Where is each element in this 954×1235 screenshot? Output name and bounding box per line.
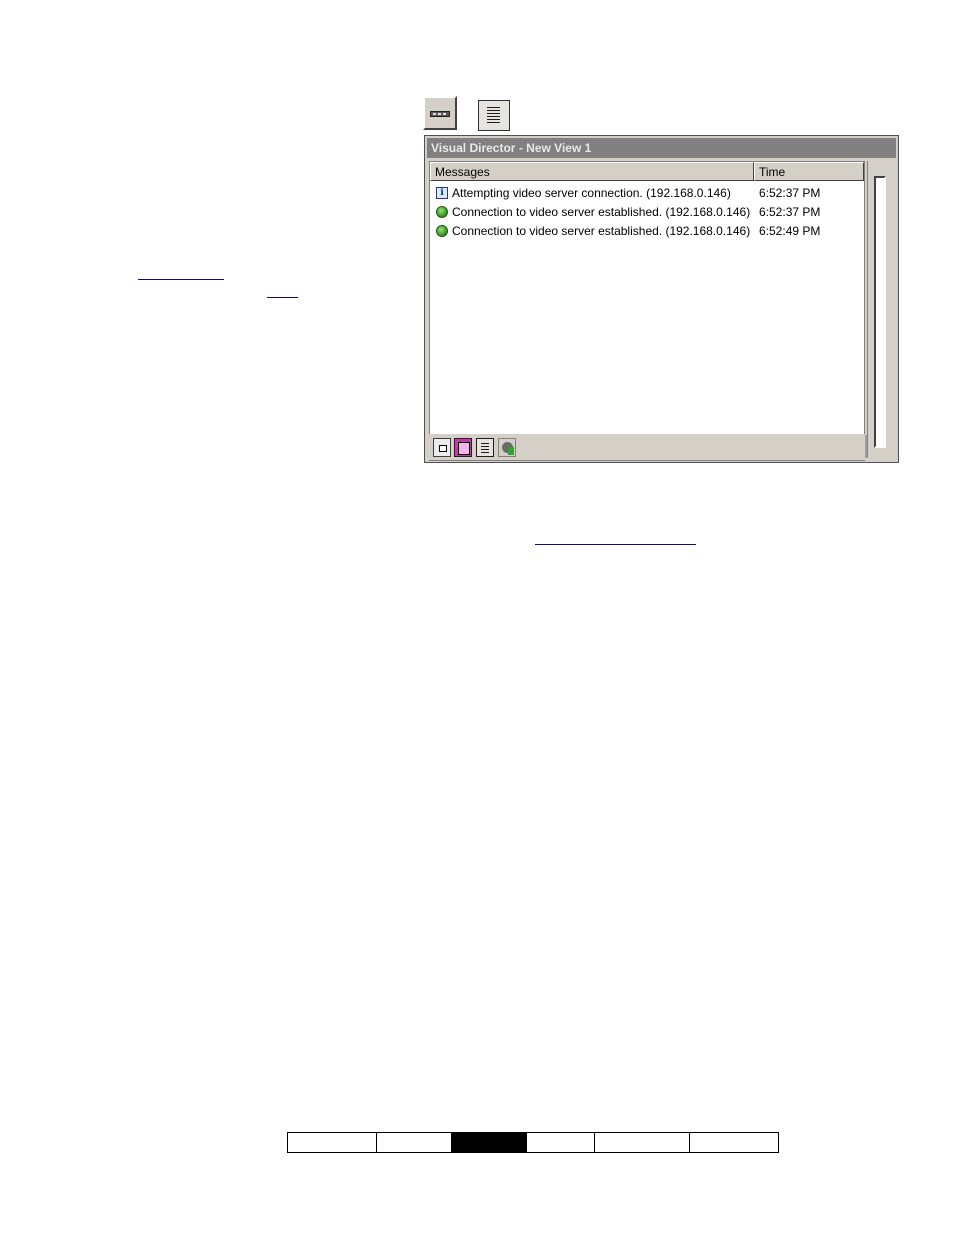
message-text: Connection to video server established. … — [452, 224, 751, 238]
message-time: 6:52:37 PM — [759, 186, 821, 200]
message-time: 6:52:37 PM — [759, 205, 821, 219]
footer-nav-cell[interactable] — [288, 1133, 377, 1152]
message-time: 6:52:49 PM — [759, 224, 821, 238]
document-icon — [487, 107, 500, 125]
footer-nav-cell-active[interactable] — [452, 1133, 527, 1152]
small-view-icon — [439, 445, 447, 452]
camera-grid-icon — [458, 442, 470, 455]
small-view-button[interactable] — [433, 438, 451, 457]
status-ok-icon — [436, 206, 448, 218]
scrollbar-thumb[interactable] — [874, 176, 886, 448]
document-link[interactable] — [138, 279, 224, 280]
messages-panel: Messages Time i Attempting video server … — [429, 161, 868, 461]
status-ok-icon — [436, 225, 448, 237]
footer-nav-cell[interactable] — [527, 1133, 595, 1152]
panels-layout-button[interactable] — [423, 96, 457, 130]
vertical-scroll-area — [867, 161, 895, 457]
column-header-time[interactable]: Time — [754, 162, 864, 181]
window-title[interactable]: Visual Director - New View 1 — [427, 138, 896, 158]
panel-toolbar — [429, 434, 865, 460]
messages-list-button[interactable] — [476, 438, 494, 457]
visual-director-window: Visual Director - New View 1 Messages Ti… — [424, 135, 899, 463]
info-icon: i — [436, 187, 448, 199]
footer-nav-cell[interactable] — [595, 1133, 690, 1152]
document-link[interactable] — [267, 297, 298, 298]
document-icon — [481, 443, 489, 455]
camera-grid-button[interactable] — [454, 438, 472, 457]
panels-icon — [430, 111, 450, 117]
footer-nav-table — [287, 1132, 779, 1153]
arrow-icon — [508, 447, 514, 455]
footer-nav-cell[interactable] — [377, 1133, 452, 1152]
footer-nav-cell[interactable] — [690, 1133, 778, 1152]
document-link[interactable] — [535, 544, 696, 545]
message-text: Attempting video server connection. (192… — [452, 186, 731, 200]
settings-button[interactable] — [498, 438, 516, 457]
messages-view-button[interactable] — [478, 100, 510, 131]
column-header-messages[interactable]: Messages — [430, 162, 754, 181]
message-text: Connection to video server established. … — [452, 205, 751, 219]
